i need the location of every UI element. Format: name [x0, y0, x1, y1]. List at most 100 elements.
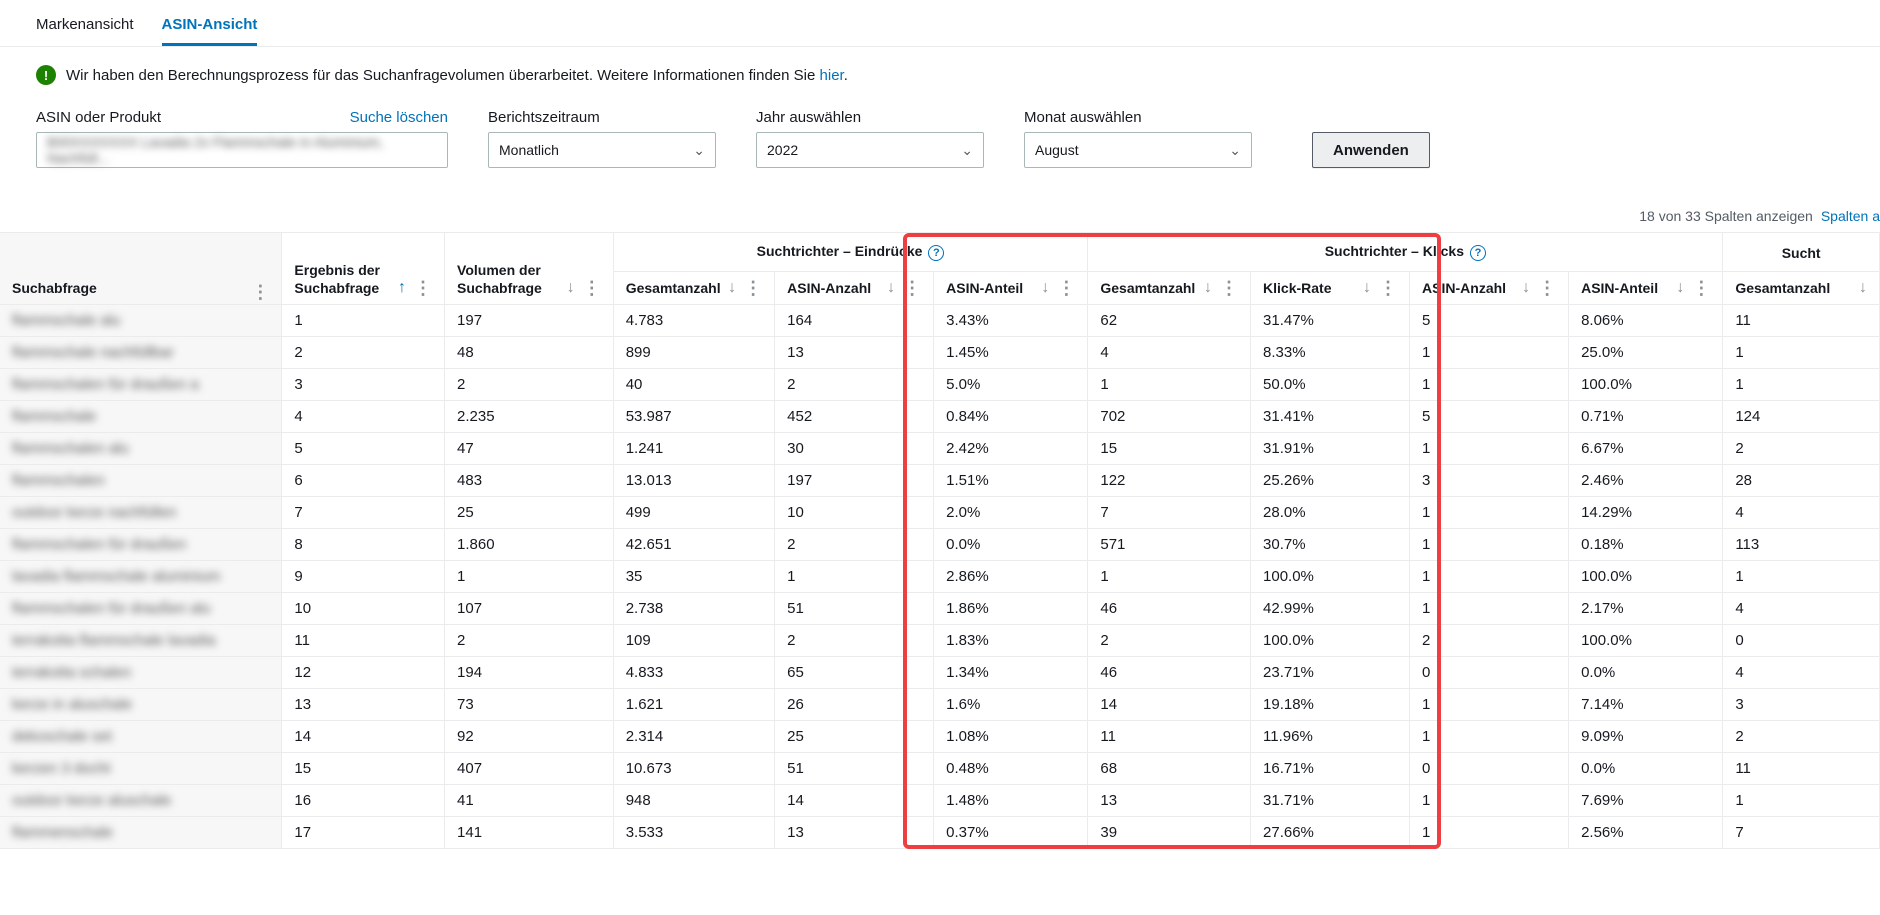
table-row: terrakotta flammschale lavadia11210921.8…: [0, 625, 1880, 657]
cell-click-rate: 23.71%: [1251, 657, 1410, 689]
cell-click-share: 2.56%: [1569, 817, 1723, 849]
cell-volume: 73: [445, 689, 614, 721]
filter-bar: ASIN oder Produkt Suche löschen B00XXXXX…: [0, 95, 1880, 190]
table-row: lavadia flammschale aluminium913512.86%1…: [0, 561, 1880, 593]
clear-search-link[interactable]: Suche löschen: [350, 109, 448, 126]
table-row: kerzen 3 docht1540710.673510.48%6816.71%…: [0, 753, 1880, 785]
cell-click-total: 4: [1088, 337, 1251, 369]
sort-icon[interactable]: ↓: [1204, 279, 1212, 297]
sort-icon[interactable]: ↓: [1363, 279, 1371, 297]
cell-click-asin: 3: [1410, 465, 1569, 497]
cell-next-total: 4: [1723, 657, 1880, 689]
cell-imp-asin: 2: [775, 625, 934, 657]
column-menu-icon[interactable]: ⋮: [414, 284, 432, 293]
sort-icon[interactable]: ↓: [567, 279, 575, 297]
cell-imp-total: 53.987: [613, 401, 774, 433]
cell-next-total: 4: [1723, 593, 1880, 625]
cell-click-asin: 1: [1410, 721, 1569, 753]
cell-rank: 8: [282, 529, 445, 561]
cell-imp-asin: 1: [775, 561, 934, 593]
th-group-impressions: Suchtrichter – Eindrücke?: [613, 233, 1088, 272]
cell-click-rate: 11.96%: [1251, 721, 1410, 753]
cell-volume: 107: [445, 593, 614, 625]
cell-click-asin: 1: [1410, 593, 1569, 625]
asin-input[interactable]: B00XXXXXXX Lavadia 2x Flammschale in Alu…: [36, 132, 448, 168]
help-icon[interactable]: ?: [928, 245, 944, 261]
column-menu-icon[interactable]: ⋮: [1379, 284, 1397, 293]
cell-imp-share: 3.43%: [934, 305, 1088, 337]
period-select[interactable]: Monatlich ⌄: [488, 132, 716, 168]
cell-click-total: 1: [1088, 561, 1251, 593]
cell-rank: 16: [282, 785, 445, 817]
asin-label: ASIN oder Produkt: [36, 109, 161, 126]
column-menu-icon[interactable]: ⋮: [583, 284, 601, 293]
th-click-asin[interactable]: ASIN-Anzahl↓⋮: [1410, 272, 1569, 305]
table-row: flammenschale171413.533130.37%3927.66%12…: [0, 817, 1880, 849]
th-imp-asin[interactable]: ASIN-Anzahl↓⋮: [775, 272, 934, 305]
th-volume[interactable]: Volumen der Suchabfrage ↓⋮: [445, 233, 614, 305]
cell-rank: 17: [282, 817, 445, 849]
cell-click-rate: 31.47%: [1251, 305, 1410, 337]
table-row: outdoor kerze aluschale1641948141.48%133…: [0, 785, 1880, 817]
table-row: flammschale alu11974.7831643.43%6231.47%…: [0, 305, 1880, 337]
column-menu-icon[interactable]: ⋮: [251, 288, 269, 297]
info-banner: ! Wir haben den Berechnungsprozess für d…: [0, 47, 1880, 95]
sort-icon[interactable]: ↓: [1859, 279, 1867, 297]
cell-click-share: 100.0%: [1569, 369, 1723, 401]
cell-rank: 10: [282, 593, 445, 625]
year-select[interactable]: 2022 ⌄: [756, 132, 984, 168]
sort-icon[interactable]: ↓: [1676, 279, 1684, 297]
columns-toggle-link[interactable]: Spalten a: [1821, 208, 1880, 224]
cell-volume: 25: [445, 497, 614, 529]
cell-imp-share: 1.6%: [934, 689, 1088, 721]
info-link[interactable]: hier: [820, 67, 844, 84]
th-query[interactable]: Suchabfrage ⋮: [0, 233, 282, 305]
tab-asin-view[interactable]: ASIN-Ansicht: [162, 12, 258, 46]
cell-imp-asin: 26: [775, 689, 934, 721]
th-click-share[interactable]: ASIN-Anteil↓⋮: [1569, 272, 1723, 305]
cell-query: dekoschale set: [0, 721, 282, 753]
month-select[interactable]: August ⌄: [1024, 132, 1252, 168]
th-imp-share[interactable]: ASIN-Anteil↓⋮: [934, 272, 1088, 305]
cell-click-rate: 19.18%: [1251, 689, 1410, 721]
apply-button[interactable]: Anwenden: [1312, 132, 1430, 168]
cell-imp-asin: 164: [775, 305, 934, 337]
cell-click-total: 14: [1088, 689, 1251, 721]
sort-icon[interactable]: ↓: [887, 279, 895, 297]
th-next-total[interactable]: Gesamtanzahl↓: [1723, 272, 1880, 305]
cell-click-asin: 1: [1410, 433, 1569, 465]
cell-imp-asin: 65: [775, 657, 934, 689]
tab-brand-view[interactable]: Markenansicht: [36, 12, 134, 46]
cell-rank: 13: [282, 689, 445, 721]
month-label: Monat auswählen: [1024, 109, 1252, 126]
cell-next-total: 1: [1723, 785, 1880, 817]
column-menu-icon[interactable]: ⋮: [1692, 284, 1710, 293]
sort-asc-icon[interactable]: ↑: [398, 279, 406, 297]
cell-query: outdoor kerze aluschale: [0, 785, 282, 817]
table-row: flammschale nachfüllbar248899131.45%48.3…: [0, 337, 1880, 369]
help-icon[interactable]: ?: [1470, 245, 1486, 261]
column-menu-icon[interactable]: ⋮: [903, 284, 921, 293]
th-imp-total[interactable]: Gesamtanzahl↓⋮: [613, 272, 774, 305]
column-menu-icon[interactable]: ⋮: [1057, 284, 1075, 293]
cell-click-total: 702: [1088, 401, 1251, 433]
column-menu-icon[interactable]: ⋮: [1220, 284, 1238, 293]
sort-icon[interactable]: ↓: [1522, 279, 1530, 297]
th-rank[interactable]: Ergebnis der Suchabfrage ↑⋮: [282, 233, 445, 305]
table-row: flammschalen648313.0131971.51%12225.26%3…: [0, 465, 1880, 497]
cell-click-rate: 31.91%: [1251, 433, 1410, 465]
cell-click-share: 0.0%: [1569, 657, 1723, 689]
cell-imp-share: 1.08%: [934, 721, 1088, 753]
cell-imp-share: 0.48%: [934, 753, 1088, 785]
th-click-rate[interactable]: Klick-Rate↓⋮: [1251, 272, 1410, 305]
sort-icon[interactable]: ↓: [728, 279, 736, 297]
sort-icon[interactable]: ↓: [1041, 279, 1049, 297]
th-click-total[interactable]: Gesamtanzahl↓⋮: [1088, 272, 1251, 305]
cell-click-asin: 1: [1410, 689, 1569, 721]
column-menu-icon[interactable]: ⋮: [1538, 284, 1556, 293]
cell-next-total: 2: [1723, 721, 1880, 753]
cell-imp-total: 10.673: [613, 753, 774, 785]
cell-imp-total: 42.651: [613, 529, 774, 561]
column-menu-icon[interactable]: ⋮: [744, 284, 762, 293]
cell-rank: 4: [282, 401, 445, 433]
